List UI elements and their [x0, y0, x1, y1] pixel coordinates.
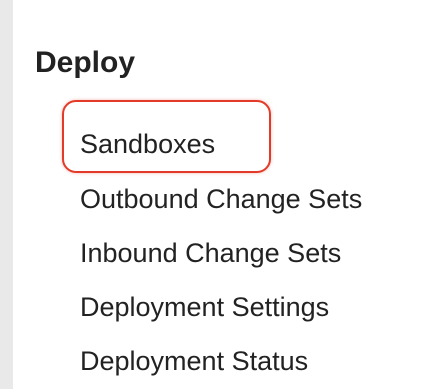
nav-link-outbound-change-sets[interactable]: Outbound Change Sets: [80, 182, 362, 216]
nav-link-sandboxes[interactable]: Sandboxes: [80, 127, 215, 161]
nav-link-deployment-settings[interactable]: Deployment Settings: [80, 290, 329, 324]
section-heading-deploy: Deploy: [35, 46, 136, 79]
nav-link-deployment-status[interactable]: Deployment Status: [80, 344, 308, 378]
nav-link-inbound-change-sets[interactable]: Inbound Change Sets: [80, 236, 341, 270]
